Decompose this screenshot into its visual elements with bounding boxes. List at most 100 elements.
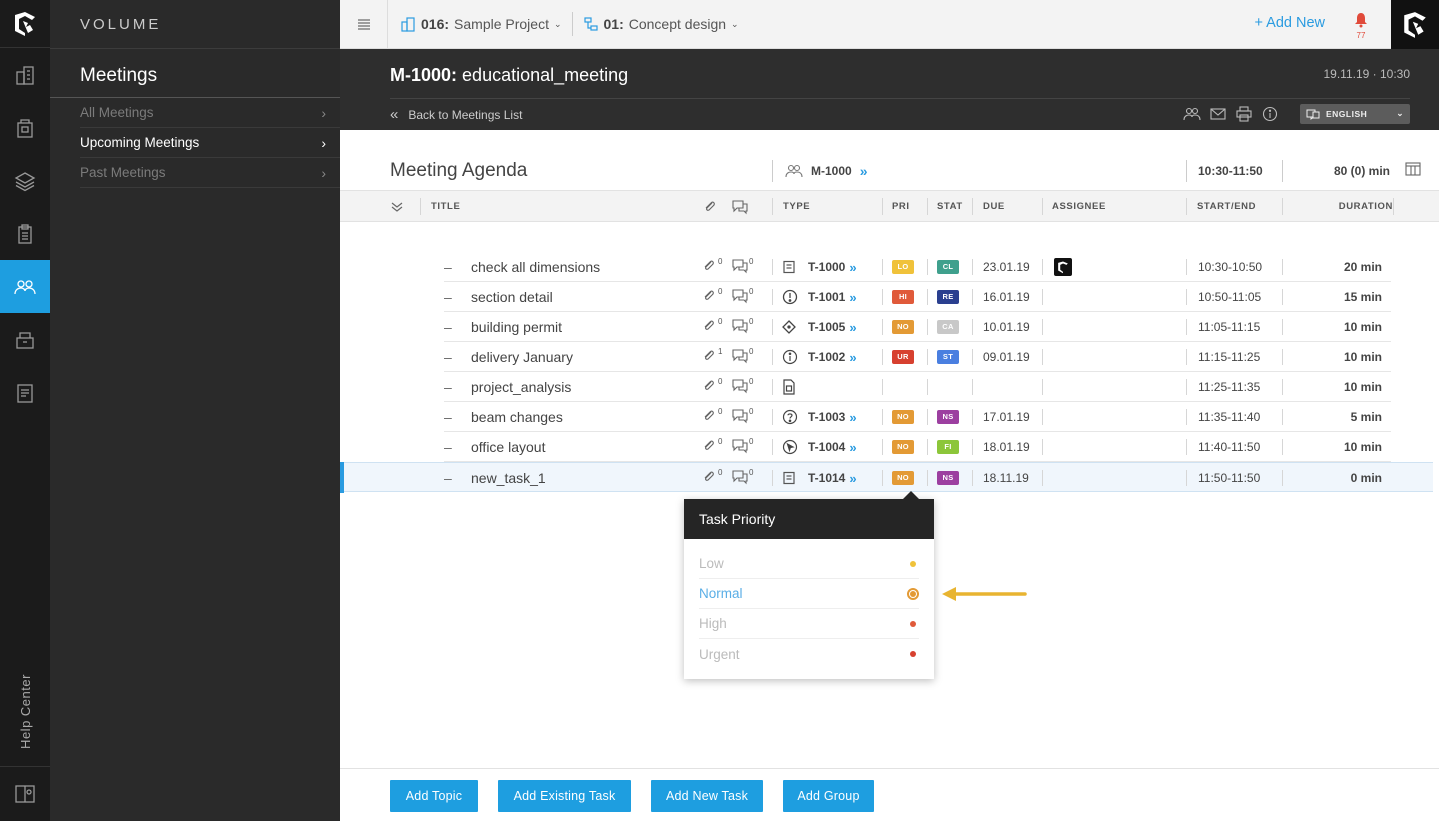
- drag-handle-icon[interactable]: –: [444, 432, 456, 462]
- col-priority[interactable]: PRI: [892, 191, 910, 222]
- row-title[interactable]: office layout: [471, 432, 545, 462]
- task-link[interactable]: T-1005»: [808, 312, 857, 342]
- due-date[interactable]: 10.01.19: [983, 312, 1030, 342]
- columns-icon[interactable]: [1405, 161, 1421, 177]
- attachments-count[interactable]: 0: [701, 432, 722, 462]
- status-badge[interactable]: CL: [937, 252, 959, 282]
- manual-icon[interactable]: [0, 766, 50, 821]
- duration[interactable]: 15 min: [1282, 282, 1382, 312]
- status-badge[interactable]: RE: [937, 282, 959, 312]
- add-new-button[interactable]: + Add New: [1254, 15, 1325, 31]
- row-title[interactable]: project_analysis: [471, 372, 571, 402]
- time-range[interactable]: 11:05-11:15: [1198, 312, 1260, 342]
- row-title[interactable]: check all dimensions: [471, 252, 600, 282]
- sidebar-item-all-meetings[interactable]: All Meetings ›: [80, 98, 340, 128]
- language-select[interactable]: ENGLISH ⌄: [1300, 104, 1410, 124]
- agenda-row[interactable]: – section detail 0 0 T-1001» HI RE 16.01.19 10:5…: [444, 282, 1391, 312]
- agenda-row[interactable]: – beam changes 0 0 T-1003» NO NS 17.01.19 11:35-…: [444, 402, 1391, 432]
- agenda-row[interactable]: – building permit 0 0 T-1005» NO CA 10.01.19 11:…: [444, 312, 1391, 342]
- comments-count[interactable]: 0: [732, 402, 753, 432]
- reports-icon[interactable]: [0, 366, 50, 419]
- time-range[interactable]: 10:50-11:05: [1198, 282, 1261, 312]
- meetings-icon[interactable]: [0, 260, 50, 313]
- comments-count[interactable]: 0: [732, 342, 753, 372]
- attachments-count[interactable]: 0: [701, 372, 722, 402]
- due-date[interactable]: 09.01.19: [983, 342, 1030, 372]
- row-title[interactable]: beam changes: [471, 402, 563, 432]
- notifications-button[interactable]: 77: [1353, 12, 1369, 40]
- attachments-count[interactable]: 0: [701, 402, 722, 432]
- add-new-task-button[interactable]: Add New Task: [651, 780, 763, 812]
- comments-count[interactable]: 0: [732, 463, 753, 493]
- drag-handle-icon[interactable]: –: [444, 342, 456, 372]
- attachments-count[interactable]: 0: [701, 312, 722, 342]
- agenda-row[interactable]: – check all dimensions 0 0 T-1000» LO CL 23.01.…: [444, 252, 1391, 282]
- projects-icon[interactable]: [0, 48, 50, 101]
- project-selector[interactable]: 016: Sample Project ⌄: [390, 9, 572, 39]
- phase-selector[interactable]: 01: Concept design ⌄: [573, 9, 749, 39]
- col-duration[interactable]: DURATION: [1282, 191, 1393, 222]
- due-date[interactable]: 17.01.19: [983, 402, 1030, 432]
- task-link[interactable]: T-1004»: [808, 432, 857, 462]
- drag-handle-icon[interactable]: –: [444, 402, 456, 432]
- attachments-count[interactable]: 0: [701, 282, 722, 312]
- time-range[interactable]: 10:30-10:50: [1198, 252, 1262, 282]
- due-date[interactable]: 23.01.19: [983, 252, 1030, 282]
- row-title[interactable]: delivery January: [471, 342, 573, 372]
- priority-option-urgent[interactable]: Urgent: [699, 639, 919, 669]
- row-title[interactable]: building permit: [471, 312, 562, 342]
- duration[interactable]: 10 min: [1282, 432, 1382, 462]
- time-range[interactable]: 11:15-11:25: [1198, 342, 1260, 372]
- task-link[interactable]: T-1014»: [808, 463, 857, 493]
- due-date[interactable]: 18.01.19: [983, 432, 1030, 462]
- clipboard-icon[interactable]: [0, 207, 50, 260]
- drag-handle-icon[interactable]: –: [444, 282, 456, 312]
- col-title[interactable]: TITLE: [431, 191, 460, 222]
- info-icon[interactable]: [1261, 106, 1279, 122]
- drag-handle-icon[interactable]: –: [444, 252, 456, 282]
- task-link[interactable]: T-1001»: [808, 282, 857, 312]
- avatar[interactable]: [1054, 252, 1072, 282]
- due-date[interactable]: 18.11.19: [983, 463, 1029, 493]
- time-range[interactable]: 11:35-11:40: [1198, 402, 1260, 432]
- time-range[interactable]: 11:40-11:50: [1198, 432, 1260, 462]
- drag-handle-icon[interactable]: –: [444, 463, 456, 493]
- task-link[interactable]: T-1000»: [808, 252, 857, 282]
- comments-count[interactable]: 0: [732, 252, 753, 282]
- priority-badge[interactable]: NO: [892, 402, 914, 432]
- collapse-all-icon[interactable]: [390, 191, 404, 222]
- drag-handle-icon[interactable]: –: [444, 312, 456, 342]
- priority-badge[interactable]: NO: [892, 463, 914, 493]
- add-topic-button[interactable]: Add Topic: [390, 780, 478, 812]
- participants-icon[interactable]: [1183, 106, 1201, 122]
- email-icon[interactable]: [1209, 106, 1227, 122]
- agenda-row[interactable]: – project_analysis 0 0 11:25-11:35 10 min: [444, 372, 1391, 402]
- agenda-row[interactable]: – office layout 0 0 T-1004» NO FI 18.01.19 11:40…: [444, 432, 1391, 462]
- comments-count[interactable]: 0: [732, 372, 753, 402]
- attachments-count[interactable]: 0: [701, 252, 722, 282]
- layers-icon[interactable]: [0, 154, 50, 207]
- add-group-button[interactable]: Add Group: [783, 780, 874, 812]
- priority-badge[interactable]: NO: [892, 312, 914, 342]
- status-badge[interactable]: FI: [937, 432, 959, 462]
- time-range[interactable]: 11:50-11:50: [1198, 463, 1260, 493]
- volume-logo-icon[interactable]: [0, 0, 50, 48]
- duration[interactable]: 10 min: [1282, 372, 1382, 402]
- duration[interactable]: 20 min: [1282, 252, 1382, 282]
- duration[interactable]: 10 min: [1282, 342, 1382, 372]
- row-title[interactable]: new_task_1: [471, 463, 546, 493]
- attachments-count[interactable]: 1: [701, 342, 722, 372]
- comments-count[interactable]: 0: [732, 312, 753, 342]
- drag-handle-icon[interactable]: –: [444, 372, 456, 402]
- due-date[interactable]: 16.01.19: [983, 282, 1030, 312]
- col-type[interactable]: TYPE: [783, 191, 810, 222]
- status-badge[interactable]: NS: [937, 402, 959, 432]
- priority-option-low[interactable]: Low: [699, 549, 919, 579]
- priority-badge[interactable]: LO: [892, 252, 914, 282]
- duration[interactable]: 10 min: [1282, 312, 1382, 342]
- priority-badge[interactable]: NO: [892, 432, 914, 462]
- agenda-row[interactable]: – delivery January 1 0 T-1002» UR ST 09.01.19 11…: [444, 342, 1391, 372]
- agenda-row[interactable]: – new_task_1 0 0 T-1014» NO NS 18.11.19 11:50-11…: [340, 462, 1433, 493]
- help-center-link[interactable]: Help Center: [0, 666, 50, 756]
- status-badge[interactable]: ST: [937, 342, 959, 372]
